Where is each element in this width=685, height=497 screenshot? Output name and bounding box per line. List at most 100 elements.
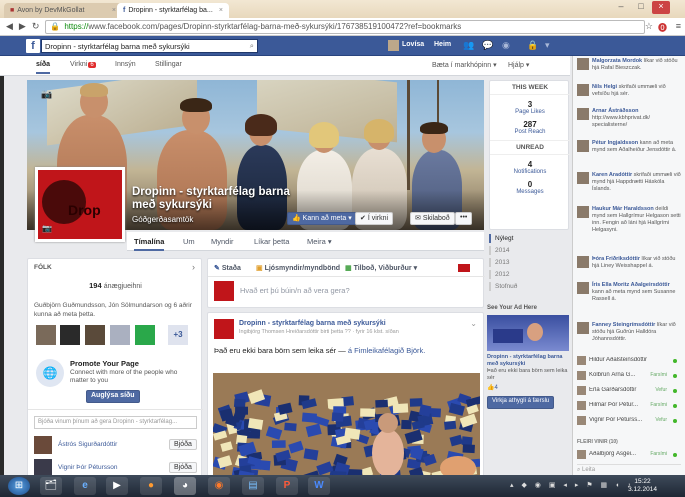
chat-friend[interactable]: Erla Garðarsdóttir Vefur	[577, 386, 681, 395]
ticker-item[interactable]: Karen Aradóttir skrifaði ummæli við mynd…	[577, 172, 681, 193]
maximize-icon[interactable]: □	[632, 1, 650, 14]
camera-icon[interactable]: 📷	[41, 89, 52, 100]
message-button[interactable]: ✉ Skilaboð	[410, 212, 455, 225]
notifications-link[interactable]: Notifications	[490, 169, 570, 175]
ticker-item[interactable]: Nils Helgi skrifaði ummæli við vefsíðu h…	[577, 84, 681, 98]
menu-icon[interactable]: ≡	[676, 21, 681, 31]
chat-friend[interactable]: Kolbrún Árna G... Farsími	[577, 371, 681, 380]
tab-settings[interactable]: Stillingar	[155, 61, 182, 68]
reload-icon[interactable]: ↻	[32, 21, 40, 32]
page-category[interactable]: Góðgerðasamtök	[132, 215, 193, 224]
system-tray-icons[interactable]: ▴ ◆ ◉ ▣ ◂ ▸ ⚑ ▦ ◖ ♪	[510, 481, 634, 489]
ad-image[interactable]	[487, 315, 569, 351]
invite-friend-name[interactable]: Ástrós Sigurðardóttir	[58, 441, 117, 448]
likes-count-line[interactable]: 194 ánægjueihni	[28, 281, 203, 290]
post-author[interactable]: Dropinn - styrktarfélag barna með sykurs…	[239, 320, 386, 327]
chat-friend[interactable]: Hilmar Þór Pétur... Farsími	[577, 401, 681, 410]
add-to-audience-button[interactable]: Bæta í markhópinn ▾	[432, 61, 497, 69]
clock[interactable]: 15:22 3.12.2014	[628, 478, 657, 494]
user-avatar[interactable]	[388, 40, 399, 51]
ticker-item[interactable]: Íris Ella Moritz Aðalgeirsdóttir kann að…	[577, 282, 681, 303]
year-recent[interactable]: Nýlegt	[489, 234, 539, 243]
tab-activity[interactable]: Virkni 6	[70, 61, 96, 68]
promote-page-button[interactable]: Auglýsa síðu	[86, 390, 140, 403]
composer-tab-event[interactable]: ▦ Tilboð, Viðburður ▾	[345, 264, 417, 272]
address-bar[interactable]: 🔒 https://www.facebook.com/pages/Dropinn…	[45, 19, 645, 34]
close-icon[interactable]: ×	[219, 7, 223, 14]
powerpoint-icon[interactable]: P	[276, 477, 298, 495]
app-icon[interactable]: ▤	[242, 477, 264, 495]
tab-page[interactable]: síða	[36, 61, 51, 74]
invite-button[interactable]: Bjóða	[169, 439, 197, 450]
tab-more[interactable]: Meira ▾	[307, 237, 332, 246]
star-icon[interactable]: ☆	[645, 21, 653, 32]
tab-likes[interactable]: Líkar þetta	[254, 237, 289, 246]
search-icon[interactable]: ⌕	[250, 41, 254, 51]
composer-tab-photo[interactable]: ▣ Ljósmyndir/myndbönd	[256, 264, 340, 272]
privacy-icon[interactable]: 🔒	[527, 40, 538, 51]
firefox-icon[interactable]: ◉	[208, 477, 230, 495]
chat-search-input[interactable]: ⌕ Leita	[577, 464, 681, 475]
page-likes-link[interactable]: Page Likes	[490, 109, 570, 115]
post-location-link[interactable]: á Fimleikafélagið Björk.	[348, 346, 426, 355]
internet-explorer-icon[interactable]: e	[74, 477, 96, 495]
page-profile-picture[interactable]: Drop 📷	[35, 167, 125, 242]
forward-icon[interactable]: ▶	[19, 21, 26, 32]
invite-friend-name[interactable]: Vignir Þór Pétursson	[58, 464, 118, 471]
chat-friend[interactable]: Aðalbjörg Ásgei... Farsími	[577, 450, 681, 459]
year-2014[interactable]: 2014	[489, 246, 539, 255]
browser-tab-avon[interactable]: ■ Avon by DevMkGollat ×	[4, 3, 122, 18]
pinterest-icon[interactable]: ⓿	[658, 21, 667, 34]
invite-button[interactable]: Bjóða	[169, 462, 197, 473]
profile-link[interactable]: Lovísa	[402, 41, 424, 48]
ticker-item[interactable]: Haukur Már Haraldsson deildi mynd sem Ha…	[577, 206, 681, 234]
close-icon[interactable]: ×	[112, 7, 116, 14]
following-button[interactable]: ✔ Í virkni	[355, 212, 394, 225]
messages-icon[interactable]: 💬	[482, 40, 493, 51]
explorer-icon[interactable]: 🗂	[40, 477, 62, 495]
friend-avatar[interactable]	[60, 325, 80, 345]
post-reach-link[interactable]: Post Reach	[490, 129, 570, 135]
chrome-icon[interactable]: ◕	[174, 477, 196, 495]
tab-photos[interactable]: Myndir	[211, 237, 234, 246]
page-identity-icon[interactable]	[458, 264, 470, 272]
boost-post-button[interactable]: Virkja athygli á færslu	[487, 396, 555, 409]
tab-timeline[interactable]: Tímalína	[134, 237, 165, 251]
settings-icon[interactable]: ▾	[545, 40, 550, 51]
orange-app-icon[interactable]: ●	[140, 477, 162, 495]
post-photo[interactable]	[213, 373, 480, 477]
composer-tab-status[interactable]: ✎ Staða	[214, 264, 241, 272]
ad-title[interactable]: Dropinn - styrktarfélag barna með sykurs…	[487, 354, 569, 368]
friend-avatar[interactable]	[110, 325, 130, 345]
like-button[interactable]: 👍 Kann að meta ▾	[287, 212, 357, 225]
home-link[interactable]: Heim	[434, 41, 451, 48]
chat-friend[interactable]: Hildur Aðalsteinsdóttir	[577, 356, 681, 365]
start-button[interactable]: ⊞	[8, 477, 30, 495]
media-player-icon[interactable]: ▶	[106, 477, 128, 495]
chat-friend[interactable]: Vignir Þór Péturss... Vefur	[577, 416, 681, 425]
friend-requests-icon[interactable]: 👥	[463, 40, 474, 51]
facebook-search-input[interactable]: Dropinn - styrktarfélag barna með sykurs…	[41, 39, 258, 53]
messages-link[interactable]: Messages	[490, 189, 570, 195]
ticker-item[interactable]: Malgorzata Mordok líkar við stöðu hjá Ra…	[577, 58, 681, 72]
ticker-item[interactable]: Pétur Ingjaldsson kann að meta mynd sem …	[577, 140, 681, 154]
tab-about[interactable]: Um	[183, 237, 195, 246]
year-2013[interactable]: 2013	[489, 258, 539, 267]
friend-avatar[interactable]	[135, 325, 155, 345]
minimize-icon[interactable]: –	[612, 1, 630, 14]
more-button[interactable]: •••	[455, 212, 473, 225]
help-button[interactable]: Hjálp ▾	[508, 61, 529, 69]
year-founded[interactable]: Stofnuð	[489, 282, 539, 291]
close-window-icon[interactable]: ×	[652, 1, 670, 14]
camera-icon[interactable]: 📷	[42, 224, 52, 233]
chevron-right-icon[interactable]: ›	[192, 262, 195, 272]
ticker-item[interactable]: Þóra Friðriksdóttir líkar við stöðu hjá …	[577, 256, 681, 270]
year-2012[interactable]: 2012	[489, 270, 539, 279]
back-icon[interactable]: ◀	[6, 21, 13, 32]
globe-icon[interactable]: ◉	[502, 40, 510, 51]
chevron-down-icon[interactable]: ⌄	[470, 319, 477, 328]
facebook-logo-icon[interactable]: f	[26, 39, 40, 53]
friend-avatar[interactable]	[36, 325, 56, 345]
composer-input[interactable]: Hvað ert þú búin/n að vera gera?	[240, 286, 350, 295]
word-icon[interactable]: W	[308, 477, 330, 495]
